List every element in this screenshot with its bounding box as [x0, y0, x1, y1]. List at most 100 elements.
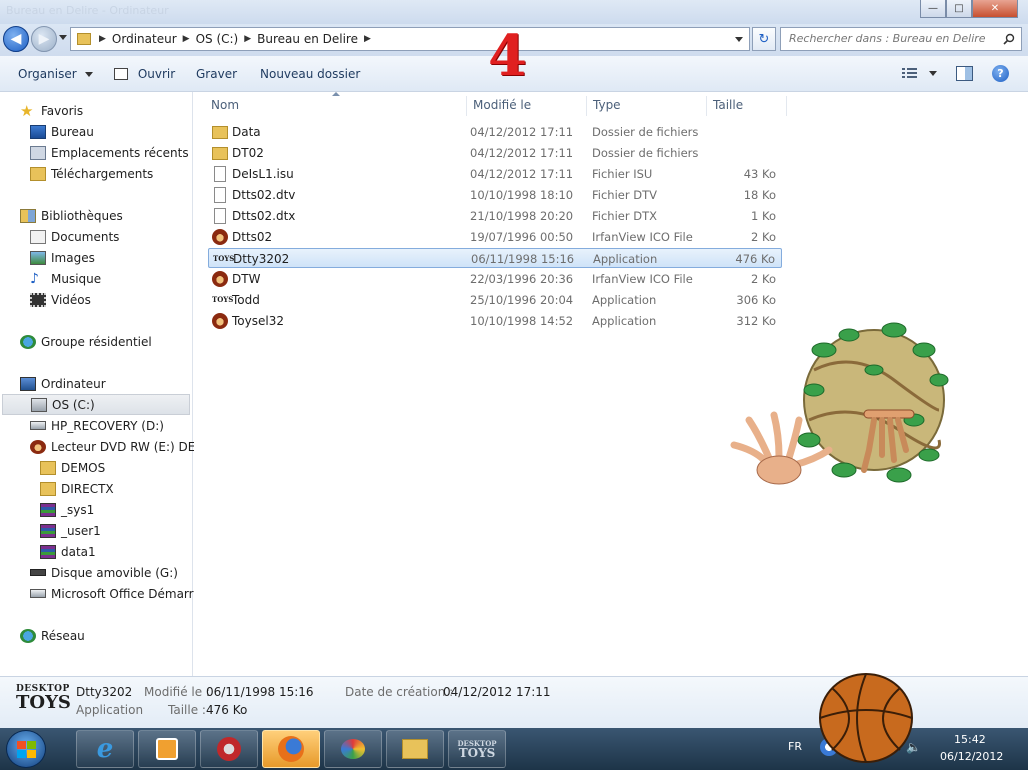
file-name: Dtts02.dtx — [232, 209, 296, 223]
organize-button[interactable]: Organiser — [18, 67, 94, 81]
file-type: Application — [592, 314, 657, 328]
sidebar-item-music[interactable]: ♪ Musique — [30, 268, 101, 289]
sidebar-item-downloads[interactable]: Téléchargements — [30, 163, 153, 184]
details-size-value: 476 Ko — [206, 703, 248, 717]
windows-logo-icon — [17, 741, 36, 758]
sidebar-item-office[interactable]: Microsoft Office Démarrer — [30, 583, 206, 604]
file-name: Todd — [232, 293, 260, 307]
file-row[interactable]: Dtts02.dtx 21/10/1998 20:20 Fichier DTX 1 K… — [208, 206, 782, 226]
sidebar-item-homegroup[interactable]: Groupe résidentiel — [20, 331, 152, 352]
taskbar-paint-button[interactable] — [324, 730, 382, 768]
breadcrumb-arrow-icon[interactable]: ▶ — [97, 34, 108, 44]
sidebar-item-images[interactable]: Images — [30, 247, 95, 268]
overlay-number: 4 — [488, 23, 527, 89]
minimize-button[interactable]: — — [920, 0, 946, 18]
address-dropdown-icon[interactable] — [735, 37, 743, 42]
breadcrumb-bureau-en-delire[interactable]: Bureau en Delire — [253, 32, 362, 46]
file-name: DT02 — [232, 146, 264, 160]
close-button[interactable]: ✕ — [972, 0, 1018, 18]
clock-date[interactable]: 06/12/2012 — [940, 750, 1003, 763]
forward-arrow-icon: ▶ — [38, 31, 50, 47]
breadcrumb-arrow-icon[interactable]: ▶ — [181, 34, 192, 44]
sidebar-item-documents[interactable]: Documents — [30, 226, 119, 247]
file-row[interactable]: TOYS Dtty3202 06/11/1998 15:16 Application 4… — [208, 248, 782, 268]
preview-pane-button[interactable] — [956, 66, 973, 81]
sidebar-item-sys1[interactable]: _sys1 — [40, 499, 94, 520]
sidebar-item-user1[interactable]: _user1 — [40, 520, 101, 541]
file-row[interactable]: DeIsL1.isu 04/12/2012 17:11 Fichier ISU 43 … — [208, 164, 782, 184]
sidebar-item-videos[interactable]: Vidéos — [30, 289, 91, 310]
sidebar-item-removable[interactable]: Disque amovible (G:) — [30, 562, 178, 583]
file-type: Fichier DTX — [592, 209, 657, 223]
sidebar-item-hp-recovery[interactable]: HP_RECOVERY (D:) — [30, 415, 164, 436]
language-indicator[interactable]: FR — [788, 740, 802, 753]
column-header-modified[interactable]: Modifié le — [467, 96, 587, 116]
maximize-button[interactable]: □ — [946, 0, 972, 18]
forward-button[interactable]: ▶ — [31, 26, 57, 52]
column-header-size[interactable]: Taille — [707, 96, 787, 116]
file-row[interactable]: DTW 22/03/1996 20:36 IrfanView ICO File 2 K… — [208, 269, 782, 289]
file-row[interactable]: Data 04/12/2012 17:11 Dossier de fichiers — [208, 122, 782, 142]
sidebar-item-libraries[interactable]: Bibliothèques — [20, 205, 123, 226]
taskbar-media-button[interactable] — [138, 730, 196, 768]
start-button[interactable] — [6, 730, 46, 768]
drive-icon — [30, 589, 46, 598]
star-icon: ★ — [20, 101, 34, 120]
file-size: 43 Ko — [743, 167, 776, 181]
breadcrumb-os-c[interactable]: OS (C:) — [192, 32, 243, 46]
sidebar-item-demos[interactable]: DEMOS — [40, 457, 105, 478]
file-row[interactable]: TOYS Todd 25/10/1996 20:04 Application 306 K… — [208, 290, 782, 310]
file-row[interactable]: Dtts02.dtv 10/10/1998 18:10 Fichier DTV 18 … — [208, 185, 782, 205]
file-name: Toysel32 — [232, 314, 284, 328]
help-button[interactable]: ? — [992, 65, 1009, 82]
history-dropdown-icon[interactable] — [59, 35, 67, 40]
breadcrumb-computer[interactable]: Ordinateur — [108, 32, 181, 46]
file-row[interactable]: Dtts02 19/07/1996 00:50 IrfanView ICO File… — [208, 227, 782, 247]
taskbar-ie-button[interactable]: e — [76, 730, 134, 768]
breadcrumb-arrow-icon[interactable]: ▶ — [242, 34, 253, 44]
sidebar-item-recent[interactable]: Emplacements récents — [30, 142, 189, 163]
sidebar-item-data1[interactable]: data1 — [40, 541, 96, 562]
file-icon — [214, 187, 226, 203]
sidebar-item-directx[interactable]: DIRECTX — [40, 478, 114, 499]
firefox-icon — [278, 736, 304, 762]
taskbar-app-button[interactable] — [200, 730, 258, 768]
breadcrumb-arrow-icon[interactable]: ▶ — [362, 34, 373, 44]
column-header-type[interactable]: Type — [587, 96, 707, 116]
file-name: Dtts02.dtv — [232, 188, 296, 202]
desktop-toys-icon: DESKTOP TOYS — [457, 738, 497, 760]
internet-explorer-icon: e — [96, 734, 114, 764]
details-size-label: Taille : — [168, 703, 206, 717]
network-icon — [20, 628, 36, 643]
open-button[interactable]: Ouvrir — [114, 67, 175, 81]
file-size: 2 Ko — [751, 272, 776, 286]
file-type: Fichier ISU — [592, 167, 653, 181]
sidebar-item-favorites[interactable]: ★ Favoris — [20, 100, 83, 121]
homegroup-icon — [20, 334, 36, 349]
sidebar-item-network[interactable]: Réseau — [20, 625, 85, 646]
sidebar-item-computer[interactable]: Ordinateur — [20, 373, 106, 394]
new-folder-button[interactable]: Nouveau dossier — [260, 67, 360, 81]
search-icon[interactable] — [1003, 33, 1015, 45]
bear-icon — [212, 271, 228, 287]
taskbar-desktop-toys-button[interactable]: DESKTOP TOYS — [448, 730, 506, 768]
taskbar-explorer-button[interactable] — [386, 730, 444, 768]
taskbar-firefox-button[interactable] — [262, 730, 320, 768]
clock-time[interactable]: 15:42 — [954, 733, 986, 746]
toys-icon: TOYS — [213, 254, 235, 263]
sidebar-item-desktop[interactable]: Bureau — [30, 121, 94, 142]
back-button[interactable]: ◀ — [3, 26, 29, 52]
address-bar[interactable]: ▶ Ordinateur ▶ OS (C:) ▶ Bureau en Delir… — [70, 27, 750, 51]
folder-icon — [40, 460, 56, 475]
file-size: 1 Ko — [751, 209, 776, 223]
burn-button[interactable]: Graver — [196, 67, 237, 81]
refresh-button[interactable]: ↻ — [752, 27, 776, 51]
search-input[interactable]: Rechercher dans : Bureau en Delire — [780, 27, 1022, 51]
sidebar-item-os-c[interactable]: OS (C:) — [2, 394, 190, 415]
column-header-name[interactable]: Nom — [205, 96, 467, 116]
chevron-down-icon — [929, 71, 937, 76]
file-row[interactable]: Toysel32 10/10/1998 14:52 Application 312 K… — [208, 311, 782, 331]
view-options-button[interactable] — [902, 67, 938, 81]
sidebar-item-dvd[interactable]: Lecteur DVD RW (E:) DELIR — [30, 436, 214, 457]
file-row[interactable]: DT02 04/12/2012 17:11 Dossier de fichiers — [208, 143, 782, 163]
